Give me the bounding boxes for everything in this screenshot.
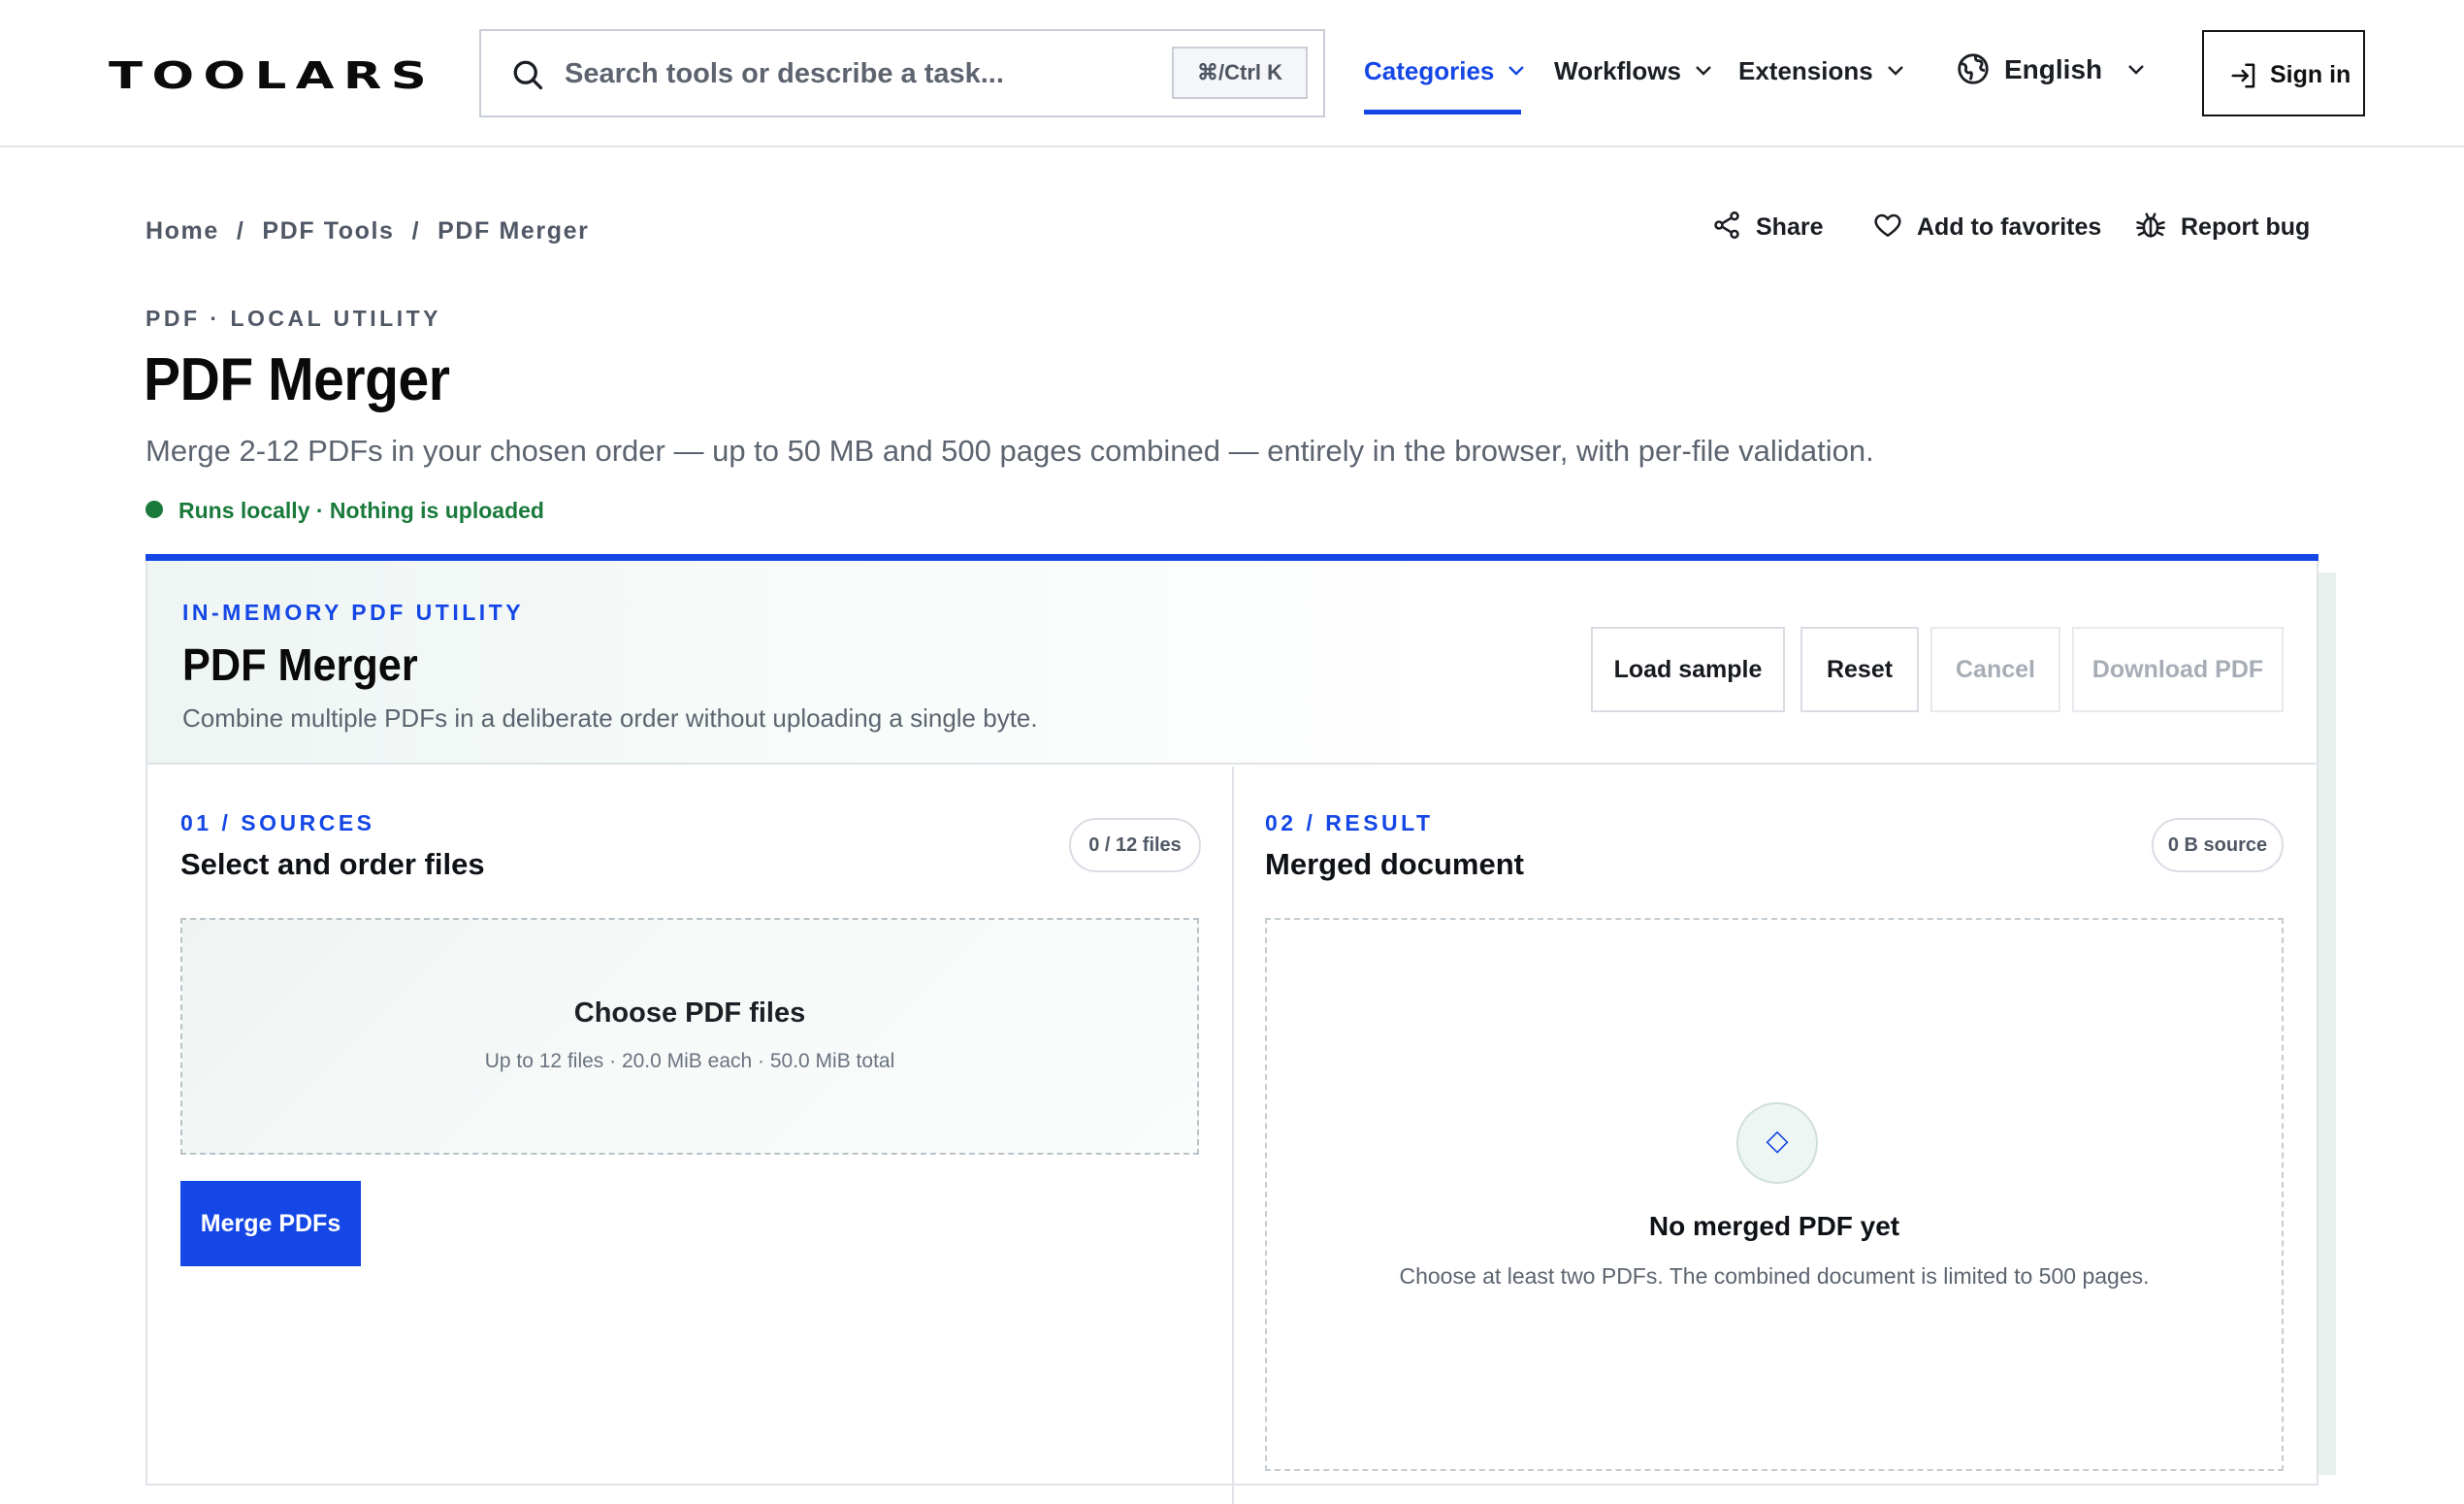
empty-state-badge: ◇: [1736, 1102, 1818, 1184]
sign-in-label: Sign in: [2270, 61, 2351, 88]
source-size-badge: 0 B source: [2152, 818, 2284, 872]
result-eyebrow: 02 / RESULT: [1265, 810, 1434, 835]
merge-pdfs-button[interactable]: Merge PDFs: [180, 1181, 361, 1266]
site-logo[interactable]: TOOLARS: [109, 54, 436, 97]
page-description: Merge 2-12 PDFs in your chosen order — u…: [146, 434, 1874, 468]
sources-eyebrow: 01 / SOURCES: [180, 810, 375, 835]
sign-in-button[interactable]: Sign in: [2202, 30, 2365, 116]
search-shortcut-hint: ⌘/Ctrl K: [1172, 47, 1308, 99]
breadcrumb-separator: /: [236, 217, 245, 245]
bug-icon: [2136, 213, 2165, 238]
result-title: Merged document: [1265, 847, 1524, 881]
empty-state-title: No merged PDF yet: [1648, 1211, 1900, 1241]
page-title: PDF Merger: [144, 346, 450, 413]
card-shadow: [2317, 572, 2336, 1475]
breadcrumb-current: PDF Merger: [438, 217, 590, 245]
result-empty-state: ◇ No merged PDF yet Choose at least two …: [1265, 918, 2284, 1471]
load-sample-button[interactable]: Load sample: [1591, 627, 1785, 712]
language-selector[interactable]: English: [1956, 52, 2145, 86]
tool-card-header: IN-MEMORY PDF UTILITY PDF Merger Combine…: [147, 561, 2317, 765]
favorites-label: Add to favorites: [1917, 213, 2102, 241]
share-icon: [1714, 212, 1739, 240]
share-button[interactable]: Share: [1711, 212, 1824, 242]
language-label: English: [2004, 54, 2103, 84]
dropzone-limits: Up to 12 files · 20.0 MiB each · 50.0 Mi…: [484, 1050, 895, 1072]
tool-card-accent-bar: [146, 554, 2318, 561]
file-dropzone[interactable]: Choose PDF files Up to 12 files · 20.0 M…: [180, 918, 1199, 1155]
chevron-down-icon: [2128, 64, 2144, 75]
download-pdf-button[interactable]: Download PDF: [2072, 627, 2284, 712]
status-dot-icon: [146, 501, 163, 519]
file-count-badge: 0 / 12 files: [1069, 818, 1201, 872]
chevron-down-icon: [1508, 66, 1525, 76]
sign-in-icon: [2231, 63, 2255, 88]
breadcrumb-pdf-tools[interactable]: PDF Tools: [262, 217, 394, 245]
breadcrumb-separator: /: [411, 217, 421, 245]
nav-categories-label: Categories: [1364, 56, 1495, 85]
chevron-down-icon: [1696, 66, 1711, 76]
globe-icon: [1958, 52, 1989, 84]
top-header: TOOLARS Search tools or describe a task.…: [0, 0, 2464, 147]
search-bar[interactable]: Search tools or describe a task... ⌘/Ctr…: [479, 29, 1325, 117]
diamond-icon: ◇: [1766, 1125, 1789, 1157]
nav-categories[interactable]: Categories: [1364, 56, 1525, 86]
add-to-favorites-button[interactable]: Add to favorites: [1872, 213, 2101, 242]
heart-icon: [1874, 214, 1901, 238]
report-bug-button[interactable]: Report bug: [2134, 213, 2310, 242]
chevron-down-icon: [1887, 66, 1903, 76]
sources-title: Select and order files: [180, 847, 485, 881]
nav-extensions-label: Extensions: [1738, 56, 1873, 85]
nav-workflows-label: Workflows: [1554, 56, 1681, 85]
local-status-badge: Runs locally · Nothing is uploaded: [146, 498, 544, 524]
nav-extensions[interactable]: Extensions: [1738, 56, 1904, 86]
column-divider: [1232, 767, 1234, 1504]
search-icon: [513, 60, 543, 90]
tool-subtitle: Combine multiple PDFs in a deliberate or…: [182, 703, 1038, 733]
tool-title: PDF Merger: [182, 639, 418, 690]
empty-state-description: Choose at least two PDFs. The combined d…: [1399, 1263, 2150, 1289]
nav-active-underline: [1364, 110, 1521, 114]
dropzone-title: Choose PDF files: [573, 997, 806, 1029]
reset-button[interactable]: Reset: [1800, 627, 1919, 712]
report-bug-label: Report bug: [2181, 213, 2311, 241]
cancel-button[interactable]: Cancel: [1930, 627, 2060, 712]
page-eyebrow: PDF · LOCAL UTILITY: [146, 306, 442, 331]
local-status-label: Runs locally · Nothing is uploaded: [178, 498, 544, 523]
tool-eyebrow: IN-MEMORY PDF UTILITY: [182, 600, 525, 625]
breadcrumb-home[interactable]: Home: [146, 217, 219, 245]
search-input[interactable]: Search tools or describe a task...: [565, 58, 1004, 90]
share-label: Share: [1756, 213, 1824, 241]
nav-workflows[interactable]: Workflows: [1554, 56, 1712, 86]
tool-card: IN-MEMORY PDF UTILITY PDF Merger Combine…: [146, 554, 2318, 1504]
breadcrumb: Home / PDF Tools / PDF Merger: [146, 217, 589, 245]
